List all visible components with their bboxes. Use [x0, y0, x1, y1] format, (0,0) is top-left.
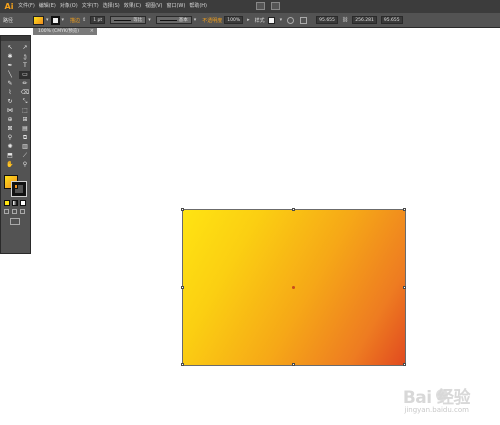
recolor-artwork-icon[interactable] — [287, 16, 295, 24]
arrange-documents-icon[interactable] — [271, 2, 280, 10]
fill-swatch[interactable] — [33, 15, 45, 25]
handle-top-center[interactable] — [292, 208, 295, 211]
type-tool[interactable]: T — [19, 62, 31, 70]
rotate-tool[interactable]: ↻ — [4, 98, 16, 106]
gradient-mode-icon[interactable] — [12, 200, 18, 206]
blob-brush-tool[interactable]: ⌇ — [4, 89, 16, 97]
lasso-tool[interactable]: ე — [19, 53, 31, 61]
tab-strip — [31, 28, 500, 35]
brush-definition[interactable]: 基本 — [155, 16, 192, 24]
magic-wand-tool[interactable]: ✱ — [4, 53, 16, 61]
bridge-icon[interactable] — [256, 2, 265, 10]
width-field[interactable]: 256.281 — [352, 16, 377, 24]
handle-bottom-center[interactable] — [292, 363, 295, 366]
symbol-sprayer-tool[interactable]: ✺ — [4, 143, 16, 151]
handle-bottom-right[interactable] — [403, 363, 406, 366]
handle-bottom-left[interactable] — [181, 363, 184, 366]
color-mode-icon[interactable] — [4, 200, 10, 206]
shape-builder-tool[interactable]: ⊕ — [4, 116, 16, 124]
eraser-tool[interactable]: ⌫ — [19, 89, 31, 97]
app-logo: Ai — [4, 2, 14, 11]
align-icon[interactable] — [300, 16, 308, 24]
slice-tool[interactable]: ⟋ — [19, 152, 31, 160]
document-tab-title: 100% (CMYK/预览) — [38, 29, 80, 34]
blend-tool[interactable]: ⧉ — [19, 134, 31, 142]
menu-object[interactable]: 对象(O) — [60, 0, 78, 13]
draw-mode-row — [1, 209, 30, 214]
line-segment-tool[interactable]: ╲ — [4, 71, 16, 79]
stepper-icon[interactable]: ⇕ — [82, 17, 86, 23]
handle-middle-right[interactable] — [403, 286, 406, 289]
watermark: Bai 经验 jingyan.baidu.com — [394, 381, 494, 421]
color-mode-row — [1, 200, 30, 206]
menu-help[interactable]: 帮助(H) — [189, 0, 207, 13]
watermark-url: jingyan.baidu.com — [404, 406, 469, 414]
rectangle-tool[interactable]: ▭ — [19, 71, 31, 79]
control-bar: 路径 ▾ ▾ 描边 ⇕ 1 pt 等比 ▾ 基本 ▾ 不透明度 100% ▸ 样… — [0, 13, 500, 28]
mesh-tool[interactable]: ⊠ — [4, 125, 16, 133]
none-mode-icon[interactable] — [20, 200, 26, 206]
hand-tool[interactable]: ✋ — [4, 161, 16, 169]
chevron-right-icon[interactable]: ▸ — [247, 17, 250, 23]
stroke-weight-field[interactable]: 1 pt — [90, 16, 106, 24]
menu-edit[interactable]: 编辑(E) — [39, 0, 56, 13]
eyedropper-tool[interactable]: ⚲ — [4, 134, 16, 142]
pencil-tool[interactable]: ✏ — [19, 80, 31, 88]
fill-stroke-control — [1, 173, 30, 197]
menu-window[interactable]: 窗口(W) — [166, 0, 185, 13]
stroke-profile-label: 等比 — [133, 18, 143, 23]
variable-width-profile[interactable]: 等比 — [110, 16, 147, 24]
chevron-down-icon[interactable]: ▾ — [194, 17, 197, 23]
paintbrush-tool[interactable]: ✎ — [4, 80, 16, 88]
height-field[interactable]: 95.655 — [380, 16, 403, 24]
chevron-down-icon[interactable]: ▾ — [62, 17, 65, 23]
close-icon[interactable]: × — [90, 28, 94, 35]
opacity-label[interactable]: 不透明度 — [202, 17, 222, 24]
chevron-down-icon[interactable]: ▾ — [280, 17, 283, 23]
column-graph-tool[interactable]: ▥ — [19, 143, 31, 151]
handle-top-left[interactable] — [181, 208, 184, 211]
draw-behind-icon[interactable] — [12, 209, 17, 214]
stroke-label[interactable]: 描边 — [70, 17, 80, 24]
style-label: 样式 — [254, 17, 265, 24]
link-icon[interactable]: ⛓ — [342, 17, 348, 23]
scale-tool[interactable]: ⤡ — [19, 98, 31, 106]
draw-inside-icon[interactable] — [20, 209, 25, 214]
menu-bar: Ai 文件(F) 编辑(E) 对象(O) 文字(T) 选择(S) 效果(C) 视… — [0, 0, 500, 13]
menu-file[interactable]: 文件(F) — [18, 0, 35, 13]
handle-top-right[interactable] — [403, 208, 406, 211]
x-position-field[interactable]: 95.655 — [316, 16, 338, 24]
width-tool[interactable]: ⋈ — [4, 107, 16, 115]
menu-view[interactable]: 视图(V) — [145, 0, 162, 13]
stroke-color-box[interactable] — [11, 181, 27, 197]
brush-definition-label: 基本 — [178, 18, 188, 23]
tools-panel: ↖ ↗ ✱ ე ✒ T ╲ ▭ ✎ ✏ ⌇ ⌫ ↻ ⤡ ⋈ ⬚ ⊕ ⊞ ⊠ ▤ ⚲ ⧉ ✺ ▥ ⬒ ⟋ ✋ ⚲ — [0, 35, 31, 254]
selection-type-label: 路径 — [3, 17, 14, 24]
menu-effect[interactable]: 效果(C) — [124, 0, 141, 13]
opacity-field[interactable]: 100% — [224, 16, 244, 24]
chevron-down-icon[interactable]: ▾ — [46, 17, 49, 23]
watermark-logo: Bai 经验 — [402, 388, 471, 408]
pen-tool[interactable]: ✒ — [4, 62, 16, 70]
chevron-down-icon[interactable]: ▾ — [148, 17, 151, 23]
menu-type[interactable]: 文字(T) — [82, 0, 99, 13]
free-transform-tool[interactable]: ⬚ — [19, 107, 31, 115]
menu-select[interactable]: 选择(S) — [103, 0, 120, 13]
zoom-tool[interactable]: ⚲ — [19, 161, 31, 169]
document-tab[interactable]: 100% (CMYK/预览) × — [33, 28, 97, 35]
handle-middle-left[interactable] — [181, 286, 184, 289]
selection-tool[interactable]: ↖ — [4, 44, 16, 52]
direct-selection-tool[interactable]: ↗ — [19, 44, 31, 52]
screen-mode-icon[interactable] — [10, 218, 20, 225]
graphic-style-swatch[interactable] — [267, 16, 275, 24]
stroke-swatch[interactable] — [50, 15, 60, 25]
artboard-tool[interactable]: ⬒ — [4, 152, 16, 160]
perspective-grid-tool[interactable]: ⊞ — [19, 116, 31, 124]
center-point — [292, 286, 295, 289]
draw-normal-icon[interactable] — [4, 209, 9, 214]
tool-grid: ↖ ↗ ✱ ე ✒ T ╲ ▭ ✎ ✏ ⌇ ⌫ ↻ ⤡ ⋈ ⬚ ⊕ ⊞ ⊠ ▤ ⚲ ⧉ ✺ ▥ ⬒ ⟋ ✋ ⚲ — [1, 41, 31, 169]
gradient-tool[interactable]: ▤ — [19, 125, 31, 133]
